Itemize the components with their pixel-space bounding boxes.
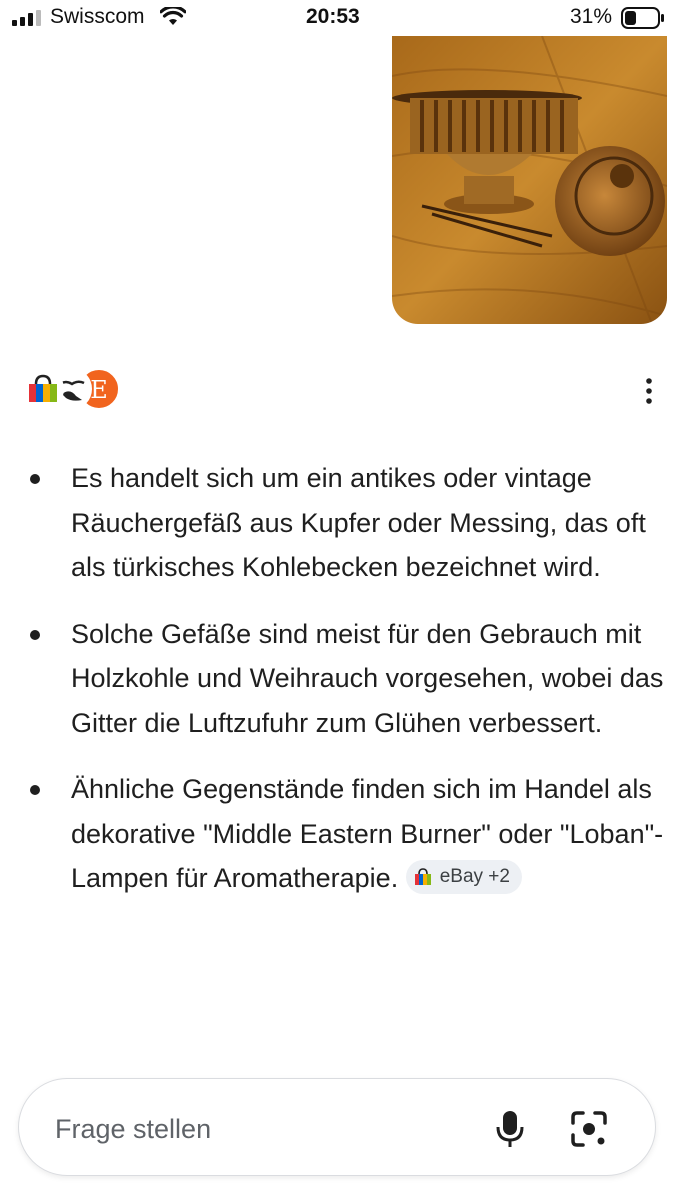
ask-input[interactable] [53,1109,457,1149]
bullet-dot [30,785,40,795]
more-options-icon[interactable] [634,374,664,408]
wifi-icon [160,7,186,25]
status-bar: Swisscom 20:53 31% [0,0,675,36]
battery-percentage: 31% [570,5,613,28]
clock: 20:53 [306,5,360,28]
answer-list: Es handelt sich um ein antikes oder vint… [0,456,675,923]
bullet-dot [30,629,40,640]
source-chip[interactable]: eBay +2 [405,859,522,894]
camera-lens-icon[interactable] [569,1109,609,1149]
brazier-photo-image [392,36,667,324]
answer-text: Es handelt sich um ein antikes oder vint… [71,463,646,582]
answer-text: Ähnliche Gegenstände finden sich im Hand… [71,774,664,893]
carrier-name: Swisscom [50,5,145,28]
uploaded-photo[interactable] [392,36,667,324]
microphone-icon[interactable] [493,1109,527,1149]
source-icons[interactable]: E [22,368,120,410]
bullet-dot [30,474,40,484]
battery-icon [621,7,664,29]
answer-bullet: Ähnliche Gegenstände finden sich im Hand… [0,767,675,901]
answer-text: Solche Gefäße sind meist für den Gebrauc… [71,618,664,738]
ebay-bag-icon [22,368,64,410]
answer-bullet: Es handelt sich um ein antikes oder vint… [0,456,675,590]
cellular-signal-icon [12,10,41,26]
ebay-bag-icon [414,868,431,885]
answer-bullet: Solche Gefäße sind meist für den Gebrauc… [0,612,675,746]
source-chip-label: eBay +2 [439,865,510,887]
svg-text:E: E [90,376,108,404]
ask-bar [18,1078,656,1176]
